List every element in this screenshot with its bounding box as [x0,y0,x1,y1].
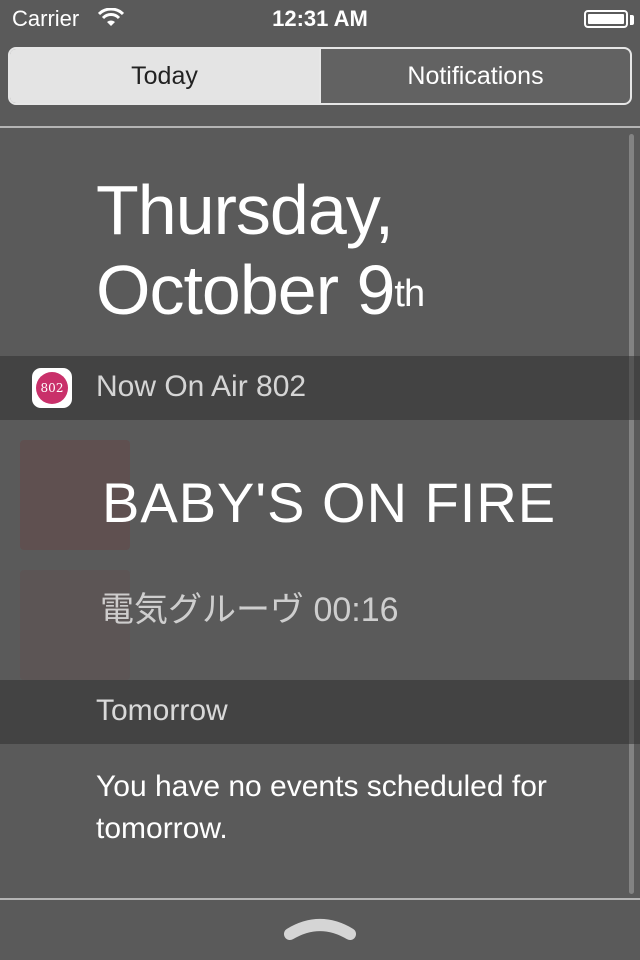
app-icon-logo: 802 [36,372,68,404]
scrollbar[interactable] [629,134,634,894]
song-artist-time: 電気グルーヴ 00:16 [100,591,399,629]
widget-title: Now On Air 802 [96,370,307,403]
status-bar: Carrier 12:31 AM [0,0,640,40]
widget-header[interactable]: 802 Now On Air 802 [0,356,640,420]
tab-today[interactable]: Today [10,49,319,103]
battery-tip [630,15,634,25]
app-icon: 802 [32,368,72,408]
date-weekday: Thursday, [96,171,394,249]
view-switcher: Today Notifications [8,47,632,105]
tab-notifications[interactable]: Notifications [319,49,630,103]
date-heading: Thursday, October 9th [96,170,425,330]
date-month-day: October 9th [96,250,425,330]
tomorrow-message: You have no events scheduled for tomorro… [96,770,547,845]
bottom-divider [0,898,640,900]
chevron-up-icon[interactable] [284,914,356,947]
battery-icon [584,10,628,28]
date-ordinal-suffix: th [394,273,425,315]
song-title[interactable]: BABY'S ON FIRE [102,470,556,535]
status-clock: 12:31 AM [272,6,368,31]
date-month-day-text: October 9 [96,251,395,329]
top-divider [0,126,640,128]
tomorrow-header: Tomorrow [0,680,640,744]
tomorrow-title: Tomorrow [96,694,228,727]
